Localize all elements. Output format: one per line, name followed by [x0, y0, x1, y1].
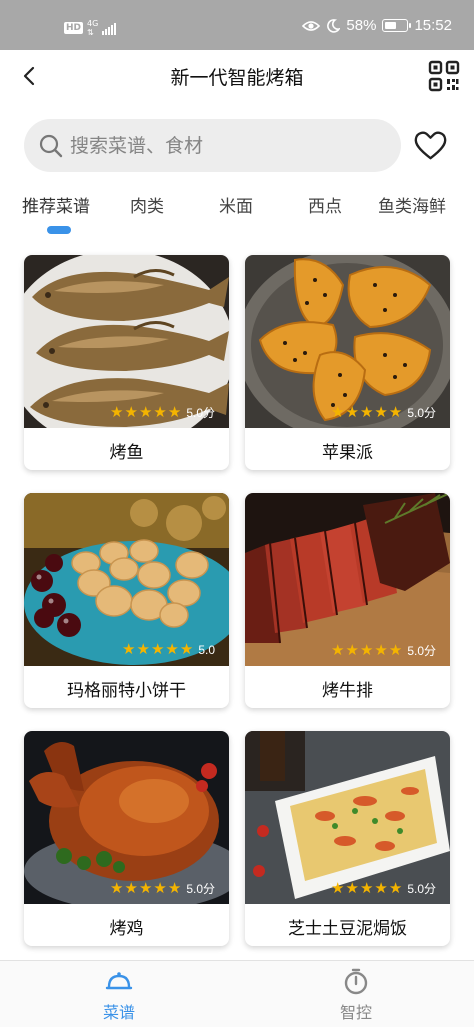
star-icon: ★	[138, 880, 153, 897]
rating-score: 5.0分	[407, 644, 436, 658]
recipe-photo-cheese-rice-bake	[245, 731, 450, 904]
battery-percent: 58%	[346, 17, 377, 34]
bottom-nav: 菜谱 智控	[0, 960, 474, 1027]
active-tab-indicator	[47, 226, 71, 234]
star-icon: ★	[136, 641, 150, 658]
recipe-card[interactable]: ★ ★ ★ ★ ★ 5.0 玛格丽特小饼干	[24, 493, 229, 708]
star-icon: ★	[331, 880, 345, 897]
recipe-name: 苹果派	[322, 443, 373, 463]
star-icon: ★	[110, 880, 124, 897]
star-icon: ★	[153, 404, 167, 421]
star-icon: ★	[359, 642, 374, 659]
star-icon: ★	[167, 404, 182, 421]
star-icon: ★	[388, 642, 403, 659]
category-tabs: 推荐菜谱 肉类 米面 西点 鱼类海鲜	[0, 190, 474, 238]
star-icon: ★	[122, 641, 136, 658]
star-icon: ★	[345, 404, 359, 421]
status-right: 58% 15:52	[302, 17, 452, 34]
network-type: 4G ⇅	[87, 19, 99, 37]
rating: ★ ★ ★ ★ ★ 5.0分	[331, 642, 436, 659]
star-icon: ★	[153, 880, 167, 897]
tab-western-pastry[interactable]: 西点	[308, 192, 342, 217]
page-title: 新一代智能烤箱	[170, 67, 304, 89]
star-icon: ★	[124, 404, 138, 421]
star-icon: ★	[331, 642, 345, 659]
timer-icon	[344, 968, 368, 995]
star-icon: ★	[110, 404, 124, 421]
recipe-name: 烤牛排	[322, 681, 373, 701]
clock: 15:52	[414, 17, 452, 34]
tab-fish-seafood[interactable]: 鱼类海鲜	[378, 192, 446, 217]
star-icon: ★	[374, 880, 388, 897]
star-icon: ★	[388, 880, 403, 897]
hd-badge: HD	[64, 22, 84, 34]
star-icon: ★	[345, 642, 359, 659]
star-icon: ★	[331, 404, 345, 421]
search-icon	[39, 134, 63, 157]
rating-score: 5.0	[198, 642, 215, 657]
moon-icon	[327, 18, 341, 33]
star-icon: ★	[359, 880, 374, 897]
search-bar[interactable]	[24, 119, 401, 172]
recipe-name: 玛格丽特小饼干	[67, 681, 186, 701]
star-icon: ★	[359, 404, 374, 421]
star-icon: ★	[167, 880, 182, 897]
star-icon: ★	[124, 880, 138, 897]
qr-code-icon[interactable]	[428, 60, 460, 92]
nav-smart-control[interactable]: 智控	[316, 967, 396, 1023]
recipe-card[interactable]: ★ ★ ★ ★ ★ 5.0分 烤牛排	[245, 493, 450, 708]
battery-icon	[382, 19, 412, 32]
rating: ★ ★ ★ ★ ★ 5.0分	[110, 880, 215, 897]
recipe-card[interactable]: ★ ★ ★ ★ ★ 5.0分 芝士土豆泥焗饭	[245, 731, 450, 946]
status-left: HD 4G ⇅	[64, 19, 117, 37]
star-icon: ★	[150, 641, 165, 658]
star-icon: ★	[179, 641, 194, 658]
nav-recipes[interactable]: 菜谱	[79, 967, 159, 1023]
recipe-photo-apple-pie	[245, 255, 450, 428]
recipe-card[interactable]: ★ ★ ★ ★ ★ 5.0分 烤鱼	[24, 255, 229, 470]
rating-score: 5.0分	[186, 882, 215, 896]
recipe-photo-grilled-fish	[24, 255, 229, 428]
recipe-photo-steak	[245, 493, 450, 666]
nav-recipes-label: 菜谱	[102, 1003, 135, 1022]
rating: ★ ★ ★ ★ ★ 5.0分	[110, 404, 215, 421]
app-header: 新一代智能烤箱	[0, 50, 474, 102]
rating-score: 5.0分	[186, 406, 215, 420]
recipe-card[interactable]: ★ ★ ★ ★ ★ 5.0分 苹果派	[245, 255, 450, 470]
rating: ★ ★ ★ ★ ★ 5.0分	[331, 404, 436, 421]
rating-score: 5.0分	[407, 406, 436, 420]
star-icon: ★	[165, 641, 179, 658]
recipe-card[interactable]: ★ ★ ★ ★ ★ 5.0分 烤鸡	[24, 731, 229, 946]
recipe-photo-roast-chicken	[24, 731, 229, 904]
cloche-icon	[105, 972, 133, 990]
search-input[interactable]	[70, 134, 370, 157]
favorite-heart-icon[interactable]	[413, 128, 448, 163]
recipe-name: 芝士土豆泥焗饭	[288, 919, 407, 939]
tab-meat[interactable]: 肉类	[130, 192, 164, 217]
network-label: 4G	[87, 19, 99, 28]
nav-smart-control-label: 智控	[339, 1003, 372, 1022]
battery-fill	[385, 22, 397, 29]
rating-score: 5.0分	[407, 882, 436, 896]
rating: ★ ★ ★ ★ ★ 5.0	[122, 642, 215, 657]
star-icon: ★	[138, 404, 153, 421]
recipe-name: 烤鸡	[109, 919, 144, 939]
tab-recommended[interactable]: 推荐菜谱	[22, 192, 90, 217]
signal-icon	[102, 22, 117, 35]
recipe-name: 烤鱼	[109, 443, 144, 463]
star-icon: ★	[374, 642, 388, 659]
star-icon: ★	[374, 404, 388, 421]
rating: ★ ★ ★ ★ ★ 5.0分	[331, 880, 436, 897]
status-bar: HD 4G ⇅ 58% 15:52	[0, 0, 474, 50]
tab-rice-noodles[interactable]: 米面	[219, 192, 253, 217]
star-icon: ★	[388, 404, 403, 421]
star-icon: ★	[345, 880, 359, 897]
eye-icon	[302, 20, 321, 31]
